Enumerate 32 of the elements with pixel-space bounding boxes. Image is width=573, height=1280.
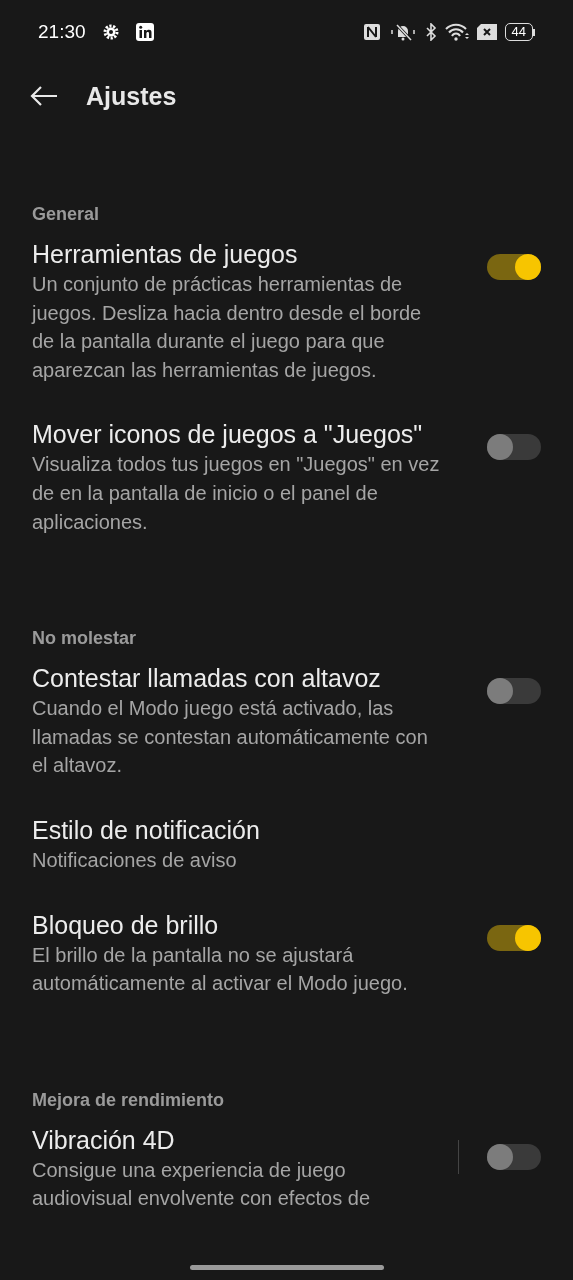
wifi-icon: [444, 23, 469, 41]
setting-title: Contestar llamadas con altavoz: [32, 663, 382, 695]
setting-description: Un conjunto de prácticas herramientas de juegos. Desliza hacia dentro desde el borde de la pantalla durante el juego para que aparezcan las herramientas de juegos.: [32, 272, 423, 383]
no-sim-icon: [476, 24, 497, 40]
settings-icon: [101, 23, 120, 41]
bluetooth-icon: [424, 23, 437, 41]
section-heading: No molestar: [31, 627, 138, 651]
page-title: Ajustes: [86, 81, 177, 111]
toggle-switch[interactable]: [487, 1143, 541, 1170]
setting-row[interactable]: Estilo de notificación Notificaciones de aviso: [0, 813, 573, 875]
toggle-switch[interactable]: [487, 254, 541, 280]
setting-description: Consigue una experiencia de juego audiovisual envolvente con efectos de: [32, 1157, 371, 1212]
battery-icon: 44: [504, 23, 535, 41]
toggle-switch[interactable]: [487, 434, 541, 461]
setting-description: Cuando el Modo juego está activado, las llamadas se contestan automáticamente con el altavoz.: [32, 696, 429, 779]
toggle-switch[interactable]: [487, 924, 541, 951]
back-arrow-icon[interactable]: [30, 85, 58, 107]
setting-description: Notificaciones de aviso: [32, 847, 238, 873]
app-notification-icon: [135, 23, 154, 41]
setting-description: El brillo de la pantalla no se ajustará automáticamente al activar el Modo juego.: [32, 942, 409, 997]
setting-title: Estilo de notificación: [32, 814, 260, 846]
setting-title: Herramientas de juegos: [32, 239, 299, 270]
muted-bell-icon: [388, 23, 417, 41]
setting-description: Visualiza todos tus juegos en "Juegos" en vez de en la pantalla de inicio o el panel de aplicaciones.: [32, 452, 441, 535]
section-heading: General: [31, 203, 101, 226]
setting-title: Bloqueo de brillo: [32, 909, 220, 941]
clock: 21:30: [38, 19, 86, 44]
setting-title: Vibración 4D: [32, 1124, 176, 1156]
setting-title: Mover iconos de juegos a "Juegos": [32, 419, 424, 451]
toggle-switch[interactable]: [487, 678, 541, 705]
nfc-icon: [362, 23, 381, 41]
section-heading: Mejora de rendimiento: [31, 1088, 226, 1112]
